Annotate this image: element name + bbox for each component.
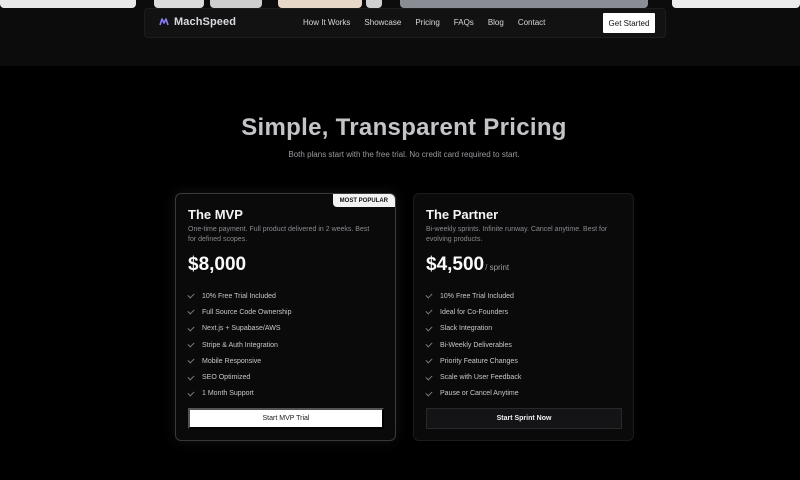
feature-item: Scale with User Feedback <box>425 369 522 385</box>
thumbnail <box>278 0 362 8</box>
feature-item: Stripe & Auth Integration <box>187 337 292 353</box>
nav-link-blog[interactable]: Blog <box>488 18 504 27</box>
plan-name: The MVP <box>188 207 243 222</box>
feature-label: 10% Free Trial Included <box>440 292 514 300</box>
thumbnail <box>0 0 136 8</box>
check-icon <box>425 291 433 299</box>
nav-link-pricing[interactable]: Pricing <box>415 18 439 27</box>
pricing-card-partner: The Partner Bi-weekly sprints. Infinite … <box>413 193 634 441</box>
nav-link-how-it-works[interactable]: How It Works <box>303 18 350 27</box>
check-icon <box>187 373 195 381</box>
feature-item: Next.js + Supabase/AWS <box>187 321 292 337</box>
feature-label: Priority Feature Changes <box>440 357 518 365</box>
plan-description: One-time payment. Full product delivered… <box>188 226 370 243</box>
check-icon <box>187 291 195 299</box>
feature-label: Slack Integration <box>440 325 493 333</box>
thumbnail <box>400 0 648 8</box>
nav-link-contact[interactable]: Contact <box>518 18 546 27</box>
feature-item: 10% Free Trial Included <box>187 288 292 304</box>
check-icon <box>425 373 433 381</box>
price-amount: $8,000 <box>188 254 247 275</box>
check-icon <box>187 340 195 348</box>
feature-label: Full Source Code Ownership <box>202 308 292 316</box>
check-icon <box>187 307 195 315</box>
check-icon <box>425 356 433 364</box>
check-icon <box>425 389 433 397</box>
feature-label: 1 Month Support <box>202 390 254 398</box>
feature-label: Scale with User Feedback <box>440 374 522 382</box>
feature-item: Ideal for Co-Founders <box>425 304 521 320</box>
get-started-button[interactable]: Get Started <box>603 13 655 33</box>
pricing-card-mvp: MOST POPULAR The MVP One-time payment. F… <box>175 193 396 441</box>
feature-label: Mobile Responsive <box>202 357 262 365</box>
feature-item: Bi-Weekly Deliverables <box>425 337 521 353</box>
plan-price: $8,000 <box>188 254 246 276</box>
feature-label: Next.js + Supabase/AWS <box>202 325 281 333</box>
nav-link-showcase[interactable]: Showcase <box>364 18 401 27</box>
feature-label: Stripe & Auth Integration <box>202 341 278 349</box>
check-icon <box>425 307 433 315</box>
check-icon <box>187 324 195 332</box>
start-sprint-now-button[interactable]: Start Sprint Now <box>426 408 622 429</box>
most-popular-badge: MOST POPULAR <box>332 194 395 207</box>
brand-name: MachSpeed <box>174 16 237 28</box>
plan-description: Bi-weekly sprints. Infinite runway. Canc… <box>426 226 608 243</box>
thumbnail <box>672 0 800 8</box>
price-amount: $4,500 <box>426 254 485 275</box>
feature-item: Mobile Responsive <box>187 353 292 369</box>
price-suffix: / sprint <box>485 263 510 272</box>
plan-name: The Partner <box>426 207 499 222</box>
feature-label: Pause or Cancel Anytime <box>440 390 519 398</box>
feature-item: Slack Integration <box>425 321 521 337</box>
brand-logo[interactable]: MachSpeed <box>159 16 236 28</box>
nav-links: How It Works Showcase Pricing FAQs Blog … <box>303 18 545 27</box>
feature-item: 1 Month Support <box>187 386 292 402</box>
navbar: MachSpeed How It Works Showcase Pricing … <box>144 8 666 38</box>
feature-label: 10% Free Trial Included <box>202 292 276 300</box>
check-icon <box>187 356 195 364</box>
feature-list: 10% Free Trial Included Full Source Code… <box>187 288 292 402</box>
feature-item: SEO Optimized <box>187 369 292 385</box>
background-thumbnails <box>0 0 800 8</box>
plan-price: $4,500 / sprint <box>426 254 509 276</box>
check-icon <box>187 389 195 397</box>
feature-list: 10% Free Trial Included Ideal for Co-Fou… <box>425 288 522 402</box>
lightning-icon <box>159 18 169 26</box>
check-icon <box>425 324 433 332</box>
thumbnail <box>154 0 204 8</box>
feature-item: Full Source Code Ownership <box>187 304 292 320</box>
thumbnail <box>366 0 382 8</box>
thumbnail <box>210 0 262 8</box>
feature-label: Bi-Weekly Deliverables <box>440 341 512 349</box>
feature-item: Pause or Cancel Anytime <box>425 386 521 402</box>
start-mvp-trial-button[interactable]: Start MVP Trial <box>188 408 384 429</box>
check-icon <box>425 340 433 348</box>
page-subtitle: Both plans start with the free trial. No… <box>288 150 520 159</box>
feature-item: Priority Feature Changes <box>425 353 521 369</box>
feature-label: SEO Optimized <box>202 374 251 382</box>
feature-item: 10% Free Trial Included <box>425 288 521 304</box>
page-title: Simple, Transparent Pricing <box>241 114 567 141</box>
feature-label: Ideal for Co-Founders <box>440 308 509 316</box>
nav-link-faqs[interactable]: FAQs <box>454 18 474 27</box>
